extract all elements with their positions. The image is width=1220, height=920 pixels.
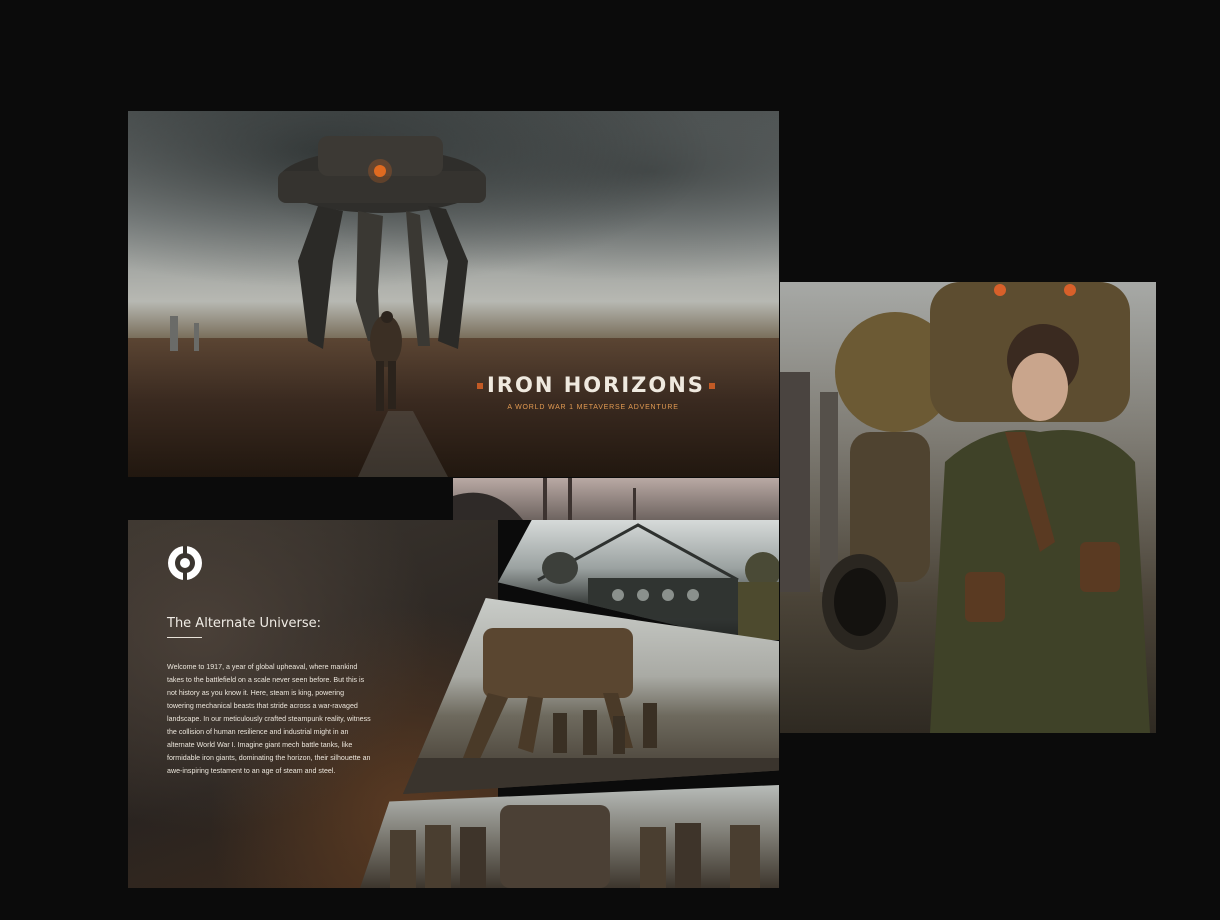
soldiers-with-machinery-illustration [390, 805, 760, 888]
soldiers-march-panel-image [360, 785, 779, 888]
title-accent-right [708, 383, 715, 389]
rail-yard-strip [453, 478, 779, 520]
section-title: The Alternate Universe: [167, 616, 322, 631]
title-underline [167, 637, 202, 638]
hero-image: IRON HORIZONS A WORLD WAR 1 METAVERSE AD… [128, 111, 779, 477]
hero-title: IRON HORIZONS [473, 373, 715, 397]
mech-walker-illustration [170, 136, 486, 477]
pylons-illustration [453, 478, 636, 520]
hero-subtitle: A WORLD WAR 1 METAVERSE ADVENTURE [507, 404, 679, 411]
soldier-portrait-image [780, 282, 1156, 733]
hero-title-text: IRON HORIZONS [487, 373, 705, 397]
soldier-with-mech-illustration [780, 282, 1150, 733]
title-accent-left [477, 383, 483, 389]
brand-logo-icon [168, 546, 202, 580]
section-body: Welcome to 1917, a year of global upheav… [167, 663, 371, 775]
